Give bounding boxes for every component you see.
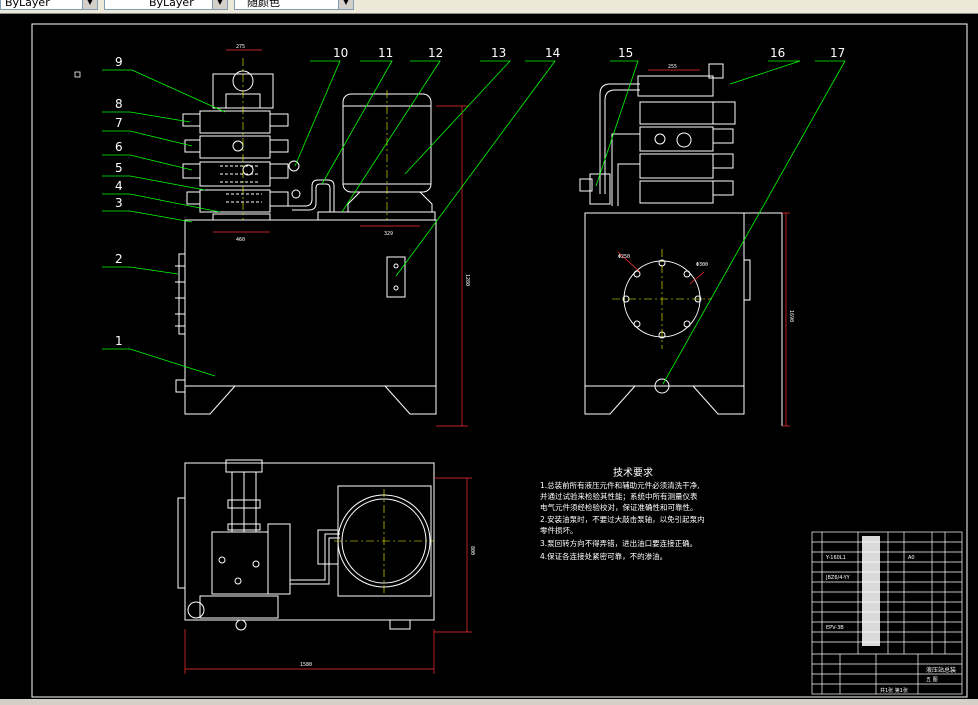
leader-lines-side	[595, 60, 846, 385]
tech-line-4: 2.安装油泵时，不要过大敲击泵轴，以免引起泵内	[540, 514, 705, 524]
part-number-8: 8	[115, 97, 123, 111]
part-number-12: 12	[428, 46, 443, 60]
side-tank-body	[584, 212, 745, 387]
tech-line-6: 3.泵回转方向不得弄错，进出油口要连接正确。	[540, 538, 697, 548]
chevron-down-icon[interactable]: ▼	[82, 0, 97, 9]
nameplate	[386, 256, 406, 298]
side-manifold-1	[639, 101, 714, 125]
tb-code-a: Y-160L1	[825, 555, 846, 561]
manifold-block-4	[199, 110, 271, 134]
part-number-11: 11	[378, 46, 393, 60]
tech-line-2: 并通过试验来检验其性能；系统中所有测量仪表	[540, 491, 698, 501]
status-bar	[0, 699, 978, 705]
part-number-14: 14	[545, 46, 560, 60]
part-number-17: 17	[830, 46, 845, 60]
part-number-1: 1	[115, 334, 123, 348]
side-dimension-text: 255 1690 Φ250 Φ300	[618, 64, 794, 322]
part-number-9: 9	[115, 55, 123, 69]
dim-flange-a: Φ250	[618, 254, 630, 260]
pump-pipe	[288, 179, 335, 212]
dim-flange-b: Φ300	[696, 262, 708, 268]
color-combo[interactable]: ByLayer ▼	[0, 0, 98, 10]
tb-name: 液压站总装	[926, 666, 956, 674]
side-dimensions	[617, 69, 790, 427]
side-view	[579, 63, 783, 426]
title-block-fill	[862, 536, 880, 646]
linetype-combo-value: ByLayer	[149, 0, 194, 9]
dim-plan-depth: 800	[469, 546, 475, 555]
color-combo-value: ByLayer	[5, 0, 50, 9]
tank-body	[184, 219, 437, 387]
part-labels-side: 15 16 17	[618, 46, 845, 60]
motor-base	[317, 211, 436, 221]
drawing-frame	[31, 23, 968, 698]
tech-line-1: 1.总装前所有液压元件和辅助元件必须清洗干净,	[540, 480, 700, 490]
part-number-5: 5	[115, 161, 123, 175]
lineweight-combo[interactable]: 随颜色 ▼	[234, 0, 354, 10]
tech-line-7: 4.保证各连接处紧密可靠，不的渗油。	[540, 551, 667, 561]
part-labels-front: 9 8 7 6 5 4 3 2 1 10 11 12 13 14	[115, 46, 560, 348]
part-number-15: 15	[618, 46, 633, 60]
ucs-marker	[74, 71, 81, 78]
front-centerlines	[242, 58, 388, 220]
tb-code-c: EPV-3B	[826, 625, 844, 631]
dim-front-height: 1280	[464, 274, 470, 286]
plan-view	[177, 459, 435, 631]
part-number-7: 7	[115, 116, 123, 130]
part-number-2: 2	[115, 252, 123, 266]
part-number-4: 4	[115, 179, 123, 193]
linetype-combo[interactable]: ByLayer ▼	[104, 0, 228, 10]
part-number-3: 3	[115, 196, 123, 210]
tech-line-3: 电气元件须经检验校对，保证准确性和可靠性。	[540, 502, 698, 512]
part-number-10: 10	[333, 46, 348, 60]
dim-motor-base: 329	[384, 231, 393, 237]
tb-sheet: 共1张 第1张	[880, 687, 908, 694]
lineweight-combo-value: 随颜色	[247, 0, 280, 9]
dim-side-top: 255	[668, 64, 677, 70]
title-block-text: Y-160L1 JBZ6/4-YY EPV-3B A0 液压站总装 五 图 共1…	[825, 555, 956, 694]
tank-foot-left	[184, 385, 236, 415]
manifold-block-1	[199, 189, 271, 213]
plan-centerlines	[334, 489, 434, 594]
drain-plug	[175, 379, 186, 393]
tech-line-5: 零件损坏。	[540, 525, 578, 535]
properties-toolbar: ByLayer ▼ ByLayer ▼ 随颜色 ▼	[0, 0, 978, 14]
front-dimension-text: 275 460 329 1280	[236, 44, 470, 286]
tech-title: 技术要求	[613, 466, 653, 479]
dim-manifold-width: 460	[236, 237, 245, 243]
tb-scale: A0	[908, 555, 915, 561]
dim-side-height: 1690	[788, 310, 794, 322]
leader-lines-front	[102, 60, 556, 377]
manifold-block-3	[199, 135, 271, 159]
part-number-6: 6	[115, 140, 123, 154]
part-number-16: 16	[770, 46, 785, 60]
front-view	[175, 70, 437, 415]
dim-top-width: 275	[236, 44, 245, 50]
technical-requirements: 技术要求 1.总装前所有液压元件和辅助元件必须清洗干净, 并通过试验来检验其性能…	[540, 466, 705, 561]
drawing-canvas[interactable]: 275 460 329 1280 9 8 7 6 5 4 3 2 1 10 11…	[0, 14, 978, 705]
tb-code-b: JBZ6/4-YY	[825, 575, 851, 581]
tank-foot-right	[384, 385, 437, 415]
part-number-13: 13	[491, 46, 506, 60]
chevron-down-icon[interactable]: ▼	[212, 0, 227, 9]
cad-drawing: 275 460 329 1280 9 8 7 6 5 4 3 2 1 10 11…	[31, 23, 968, 698]
tb-school: 五 图	[926, 677, 938, 683]
chevron-down-icon[interactable]: ▼	[338, 0, 353, 9]
dim-plan-width: 1580	[300, 662, 312, 668]
